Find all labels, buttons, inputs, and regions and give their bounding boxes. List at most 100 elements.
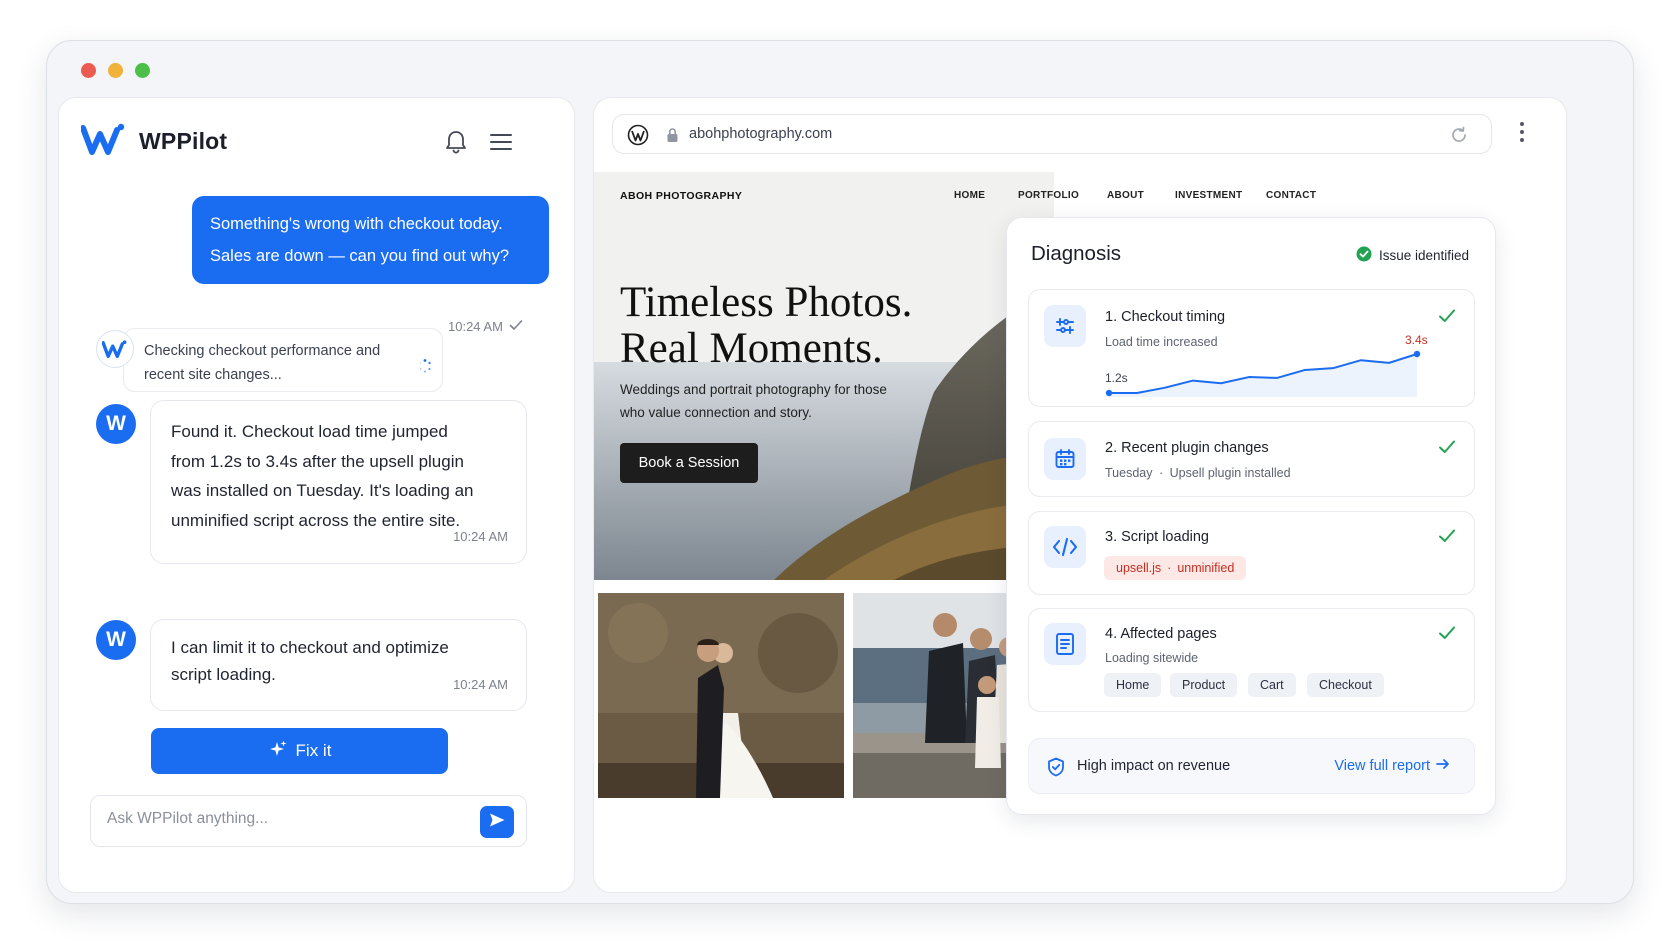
plugin-change-detail: Upsell plugin installed [1169,466,1291,480]
check-circle-icon [1356,246,1372,265]
diagnosis-title: Diagnosis [1031,242,1122,265]
brand-name: WPPilot [139,128,228,154]
arrow-right-icon [1436,758,1450,774]
check-icon [1438,625,1456,646]
page-chip-cart[interactable]: Cart [1248,673,1296,697]
message-line: I can limit it to checkout and optimize [171,638,449,657]
issue-status-text: Issue identified [1378,248,1469,263]
script-status: unminified [1177,561,1235,575]
hero-subtitle: Weddings and portrait photography for th… [620,378,920,424]
wppilot-logo-icon [80,122,127,161]
send-button[interactable] [480,806,514,838]
item-title: 2. Recent plugin changes [1105,440,1269,456]
diagnosis-item-affected-pages[interactable]: 4. Affected pages Loading sitewide Home … [1028,608,1475,712]
bot-avatar [96,330,134,368]
plugin-change-day: Tuesday [1105,466,1153,480]
nav-investment[interactable]: INVESTMENT [1175,190,1242,201]
menu-icon[interactable] [487,128,515,156]
close-window-button[interactable] [81,63,96,78]
reload-icon[interactable] [1449,125,1469,150]
document-icon [1044,623,1086,665]
message-line: was installed on Tuesday. It's loading a… [171,481,474,500]
sparkle-icon [268,739,288,764]
chat-input[interactable] [107,810,447,828]
chart-start-point [1105,389,1113,397]
wordpress-icon [627,124,649,151]
read-check-icon [509,319,523,334]
bot-message: I can limit it to checkout and optimize … [150,619,527,711]
hero-subtitle-line: Weddings and portrait photography for th… [620,382,887,397]
page-chip-checkout[interactable]: Checkout [1307,673,1384,697]
view-report-link[interactable]: View full report [1334,758,1450,774]
issue-status-badge: Issue identified [1356,246,1469,265]
book-session-button[interactable]: Book a Session [620,443,758,483]
site-logo[interactable]: ABOH PHOTOGRAPHY [620,190,742,202]
check-icon [1438,528,1456,549]
fix-it-button[interactable]: Fix it [151,728,448,774]
chart-end-label: 3.4s [1405,333,1428,347]
chat-panel: WPPilot Something's wrong with checkout … [58,97,575,893]
hero-title-line: Timeless Photos. [620,279,913,326]
hero-title: Timeless Photos. Real Moments. [620,280,1040,372]
chat-input-box [90,795,527,847]
send-icon [488,812,506,833]
diagnosis-card: Diagnosis Issue identified 1. Checkout t… [1006,217,1496,815]
item-title: 3. Script loading [1105,529,1209,545]
hero-title-line: Real Moments. [620,325,883,372]
message-line: from 1.2s to 3.4s after the upsell plugi… [171,451,464,471]
nav-contact[interactable]: CONTACT [1266,190,1316,201]
code-icon [1044,526,1086,568]
spinner-icon [418,357,432,381]
message-line: Found it. Checkout load time jumped [171,422,448,441]
fix-it-label: Fix it [295,741,332,760]
hero-landscape-image [594,172,1054,580]
separator: · [1167,561,1172,575]
status-card: Checking checkout performance and recent… [123,328,443,392]
item-subtitle: Tuesday · Upsell plugin installed [1105,466,1291,480]
user-message-line: Sales are down — can you find out why? [210,247,510,265]
view-report-label: View full report [1334,758,1430,774]
nav-home[interactable]: HOME [954,190,985,201]
chart-start-label: 1.2s [1105,371,1128,385]
item-subtitle: Loading sitewide [1105,651,1199,665]
kebab-icon[interactable] [1520,122,1524,142]
address-bar[interactable]: abohphotography.com [612,114,1492,154]
url-text: abohphotography.com [689,126,833,142]
check-icon [1438,439,1456,460]
shield-icon [1047,757,1065,782]
load-time-chart: 1.2s 3.4s [1105,333,1428,397]
bell-icon[interactable] [442,128,470,156]
app-window: WPPilot Something's wrong with checkout … [46,40,1634,904]
bot-avatar: W [96,620,136,660]
bot-message: Found it. Checkout load time jumped from… [150,400,527,564]
chart-end-point [1413,350,1421,358]
maximize-window-button[interactable] [135,63,150,78]
page-chip-product[interactable]: Product [1170,673,1238,697]
diagnosis-item-checkout-timing[interactable]: 1. Checkout timing Load time increased 1… [1028,289,1475,407]
window-controls [81,63,150,78]
user-message-line: Something's wrong with checkout today. [210,215,503,233]
script-tag: upsell.js · unminified [1104,556,1247,580]
timestamp: 10:24 AM [448,319,503,334]
diagnosis-item-plugin-changes[interactable]: 2. Recent plugin changes Tuesday · Upsel… [1028,421,1475,497]
separator: · [1158,466,1164,480]
impact-text: High impact on revenue [1077,758,1231,774]
item-title: 4. Affected pages [1105,626,1217,642]
nav-portfolio[interactable]: PORTFOLIO [1018,190,1079,201]
lock-icon [666,127,679,148]
hero-subtitle-line: who value connection and story. [620,405,812,420]
page-chip-home[interactable]: Home [1104,673,1162,697]
timestamp: 10:24 AM [453,677,508,692]
calendar-icon [1044,438,1086,480]
brand: WPPilot [80,122,228,161]
timestamp: 10:24 AM [453,528,508,544]
nav-about[interactable]: ABOUT [1107,190,1144,201]
status-line: Checking checkout performance and [144,343,381,359]
user-message: Something's wrong with checkout today. S… [192,196,549,284]
bot-avatar: W [96,404,136,444]
site-nav: ABOH PHOTOGRAPHY HOME PORTFOLIO ABOUT IN… [594,172,1354,222]
hero-section [594,172,1054,580]
diagnosis-item-script-loading[interactable]: 3. Script loading upsell.js · unminified [1028,511,1475,595]
minimize-window-button[interactable] [108,63,123,78]
message-time: 10:24 AM [448,319,523,334]
